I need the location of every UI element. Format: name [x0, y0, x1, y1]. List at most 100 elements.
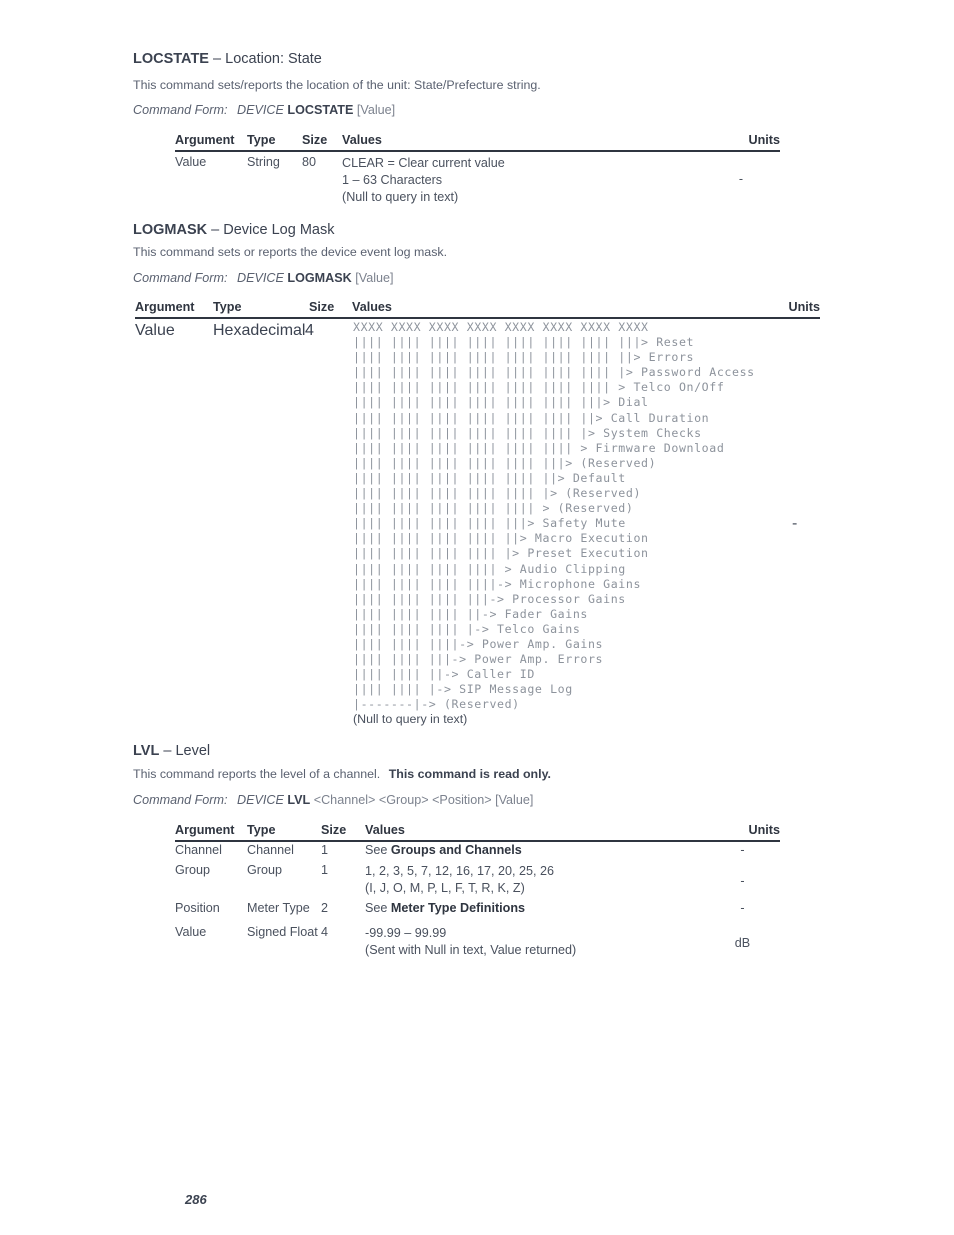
locstate-row0-values: CLEAR = Clear current value 1 – 63 Chara… [342, 155, 702, 206]
lvl-row2-values-prefix: See [365, 901, 391, 915]
header-argument: Argument [135, 300, 195, 314]
lvl-arg-group: <Group> [378, 793, 429, 807]
lvl-description-wrap: This command reports the level of a chan… [133, 766, 551, 782]
lvl-row3-type: Signed Float [247, 925, 318, 939]
lvl-row3-argument: Value [175, 925, 207, 939]
logmask-command-name: LOGMASK [133, 222, 208, 238]
table-row: Value String 80 CLEAR = Clear current va… [175, 155, 780, 206]
header-values: Values [365, 823, 405, 837]
header-argument: Argument [175, 133, 235, 147]
header-argument: Argument [175, 823, 235, 837]
section-logmask: LOGMASK – Device Log Mask [133, 221, 334, 239]
table-row: Position Meter Type 2 See Meter Type Def… [175, 897, 780, 925]
lvl-row0-values-prefix: See [365, 843, 391, 857]
command-form-label: Command Form: [133, 271, 228, 285]
locstate-table: Argument Type Size Values Units [175, 133, 780, 150]
locstate-header-rule [175, 150, 780, 152]
lvl-row1-values: 1, 2, 3, 5, 7, 12, 16, 17, 20, 25, 26 (I… [365, 863, 705, 897]
logmask-command-form: Command Form: DEVICE LOGMASK [Value] [133, 270, 394, 286]
logmask-null-note: (Null to query in text) [353, 712, 468, 727]
locstate-keyword: LOCSTATE [287, 103, 354, 117]
lvl-row1-size: 1 [321, 863, 329, 877]
lvl-arg-channel: <Channel> [313, 793, 376, 807]
lvl-row3-value-line-0: -99.99 – 99.99 [365, 926, 447, 940]
header-size: Size [321, 823, 347, 837]
section-locstate: LOCSTATE – Location: State [133, 50, 833, 68]
lvl-table-header: Argument Type Size Values Units [175, 823, 780, 840]
device-keyword: DEVICE [236, 793, 284, 807]
locstate-row0-argument: Value [175, 155, 207, 169]
lvl-row2-type: Meter Type [247, 901, 310, 915]
lvl-row3-units: dB [734, 936, 751, 950]
logmask-bit-diagram: XXXX XXXX XXXX XXXX XXXX XXXX XXXX XXXX … [353, 320, 755, 727]
locstate-table-body: Value String 80 CLEAR = Clear current va… [175, 155, 780, 206]
lvl-row2-size: 2 [321, 901, 329, 915]
header-units: Units [748, 133, 780, 147]
lvl-row3-value-line-1: (Sent with Null in text, Value returned) [365, 943, 577, 957]
table-row: Value Signed Float 4 -99.99 – 99.99 (Sen… [175, 925, 780, 959]
lvl-row0-units: - [740, 843, 745, 857]
command-form-label: Command Form: [133, 103, 228, 117]
device-keyword: DEVICE [236, 271, 284, 285]
header-values: Values [342, 133, 382, 147]
header-units: Units [788, 300, 820, 314]
document-page: LOCSTATE – Location: State This command … [0, 0, 954, 1235]
locstate-table-header: Argument Type Size Values Units [175, 133, 780, 150]
lvl-keyword: LVL [287, 793, 311, 807]
locstate-form-args: [Value] [356, 103, 396, 117]
lvl-row3-size: 4 [321, 925, 329, 939]
header-type: Type [213, 300, 242, 314]
locstate-row0-units: - [738, 172, 744, 186]
logmask-description: This command sets or reports the device … [133, 245, 448, 259]
lvl-row2-units: - [740, 901, 745, 915]
logmask-title: LOGMASK – Device Log Mask [133, 221, 334, 239]
locstate-value-line-2: (Null to query in text) [342, 190, 459, 204]
lvl-row1-value-line-1: (I, J, O, M, P, L, F, T, R, K, Z) [365, 881, 525, 895]
logmask-row0-type: Hexadecimal [213, 322, 306, 339]
logmask-row0-argument: Value [135, 322, 175, 339]
logmask-row0-units: - [792, 515, 798, 532]
locstate-title: LOCSTATE – Location: State [133, 50, 833, 68]
lvl-dash: – [163, 743, 172, 759]
locstate-command-name: LOCSTATE [133, 51, 209, 67]
command-form-label: Command Form: [133, 793, 228, 807]
header-values: Values [352, 300, 392, 314]
header-type: Type [247, 133, 276, 147]
lvl-form-optional: [Value] [495, 793, 534, 807]
lvl-row1-argument: Group [175, 863, 211, 877]
lvl-row0-values: See Groups and Channels [365, 843, 705, 863]
lvl-description-bold: This command is read only. [388, 767, 551, 781]
device-keyword: DEVICE [236, 103, 284, 117]
logmask-keyword: LOGMASK [287, 271, 352, 285]
lvl-description: This command reports the level of a chan… [133, 767, 381, 781]
locstate-description-wrap: This command sets/reports the location o… [133, 77, 541, 93]
lvl-row2-values: See Meter Type Definitions [365, 897, 705, 925]
logmask-title-desc: Device Log Mask [223, 222, 335, 238]
lvl-row0-type: Channel [247, 843, 294, 857]
header-type: Type [247, 823, 276, 837]
logmask-row0-size: 4 [305, 322, 314, 339]
lvl-row3-values: -99.99 – 99.99 (Sent with Null in text, … [365, 925, 705, 959]
locstate-value-line-1: 1 – 63 Characters [342, 173, 443, 187]
lvl-arg-position: <Position> [432, 793, 492, 807]
page-number: 286 [185, 1192, 207, 1207]
locstate-row0-size: 80 [302, 155, 317, 169]
header-size: Size [309, 300, 335, 314]
logmask-table-header: Argument Type Size Values Units [135, 300, 820, 317]
lvl-header-rule [175, 840, 780, 842]
table-row: Channel Channel 1 See Groups and Channel… [175, 843, 780, 863]
lvl-table-body: Channel Channel 1 See Groups and Channel… [175, 843, 780, 959]
header-units: Units [748, 823, 780, 837]
lvl-table: Argument Type Size Values Units [175, 823, 780, 840]
lvl-row1-type: Group [247, 863, 283, 877]
lvl-row0-size: 1 [321, 843, 329, 857]
locstate-value-line-0: CLEAR = Clear current value [342, 156, 505, 170]
lvl-command-name: LVL [133, 743, 160, 759]
locstate-command-form: Command Form: DEVICE LOCSTATE [Value] [133, 102, 395, 118]
locstate-row0-type: String [247, 155, 280, 169]
lvl-title: LVL – Level [133, 742, 210, 760]
locstate-dash: – [213, 51, 222, 67]
logmask-description-wrap: This command sets or reports the device … [133, 244, 447, 260]
lvl-row0-values-link: Groups and Channels [390, 843, 522, 857]
locstate-title-desc: Location: State [225, 51, 322, 67]
